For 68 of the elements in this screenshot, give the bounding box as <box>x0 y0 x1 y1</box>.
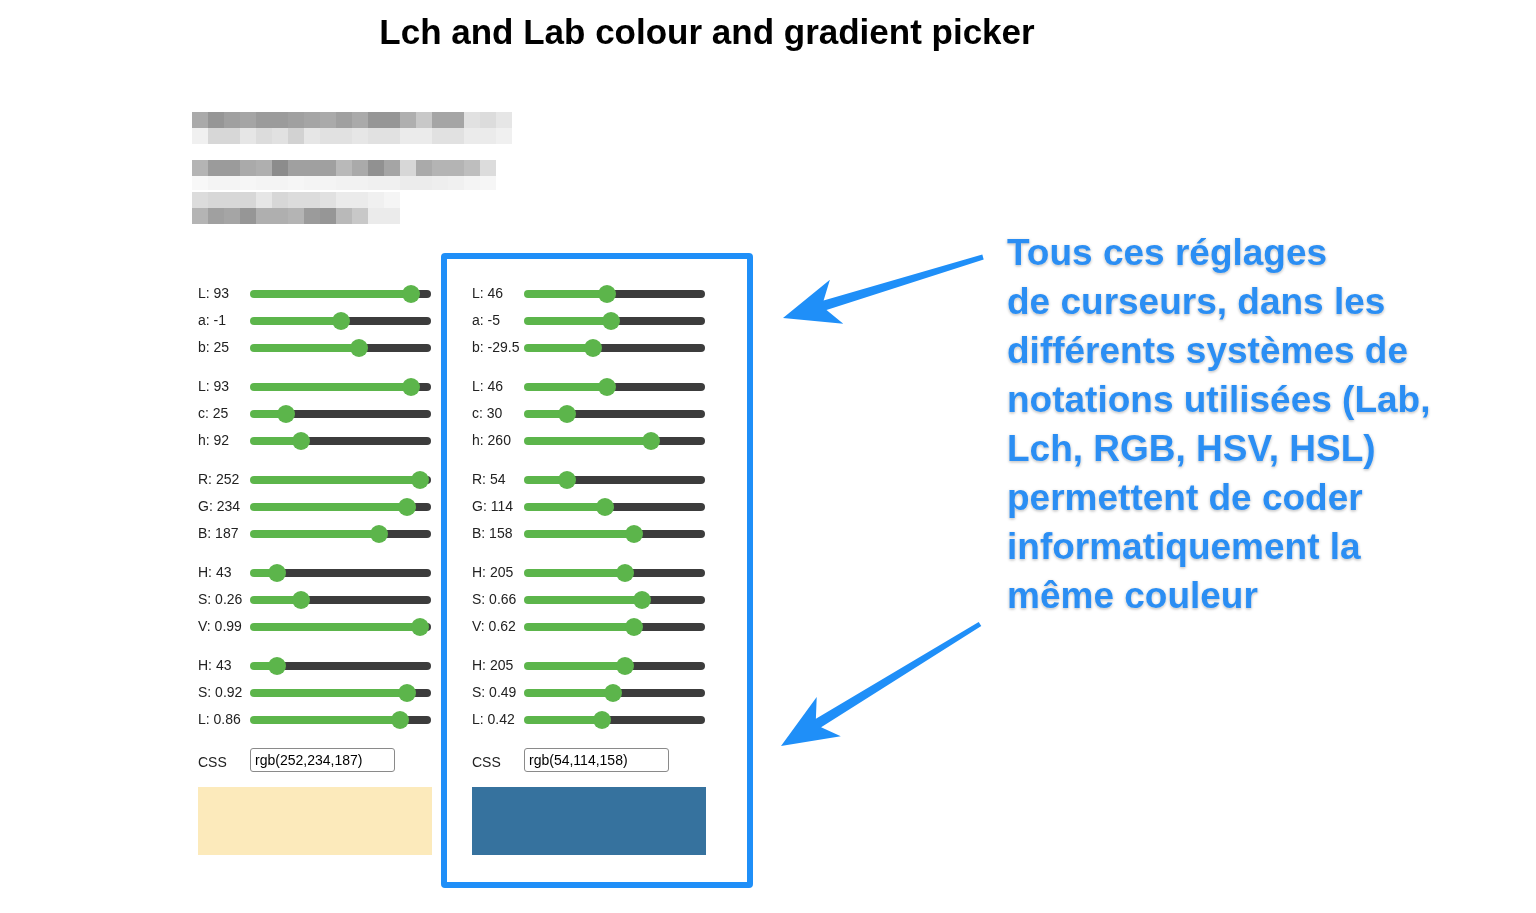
slider-label: b: -29.5 <box>472 338 521 357</box>
arrow-icon <box>781 621 982 746</box>
slider-label: B: 158 <box>472 524 514 543</box>
slider-thumb[interactable] <box>398 683 417 702</box>
slider-thumb[interactable] <box>402 377 421 396</box>
slider-label: L: 0.86 <box>198 710 242 729</box>
slider-thumb[interactable] <box>291 590 310 609</box>
slider-thumb[interactable] <box>411 617 430 636</box>
slider-label: G: 114 <box>472 497 514 516</box>
slider-label: a: -1 <box>198 311 227 330</box>
slider-thumb[interactable] <box>331 311 350 330</box>
slider-thumb[interactable] <box>616 656 635 675</box>
css-field[interactable]: rgb(252,234,187) <box>250 748 395 772</box>
slider-label: b: 25 <box>198 338 231 357</box>
slider-label: H: 205 <box>472 563 515 582</box>
slider-thumb[interactable] <box>616 563 635 582</box>
slider-thumb[interactable] <box>598 284 617 303</box>
slider-label: L: 93 <box>198 377 231 396</box>
slider-thumb[interactable] <box>369 524 388 543</box>
slider-label: L: 46 <box>472 284 505 303</box>
slider-thumb[interactable] <box>398 497 417 516</box>
slider-thumb[interactable] <box>596 497 615 516</box>
slider-thumb[interactable] <box>277 404 296 423</box>
slider-label: V: 0.62 <box>472 617 517 636</box>
slider-thumb[interactable] <box>625 524 644 543</box>
slider-label: H: 205 <box>472 656 515 675</box>
slider-label: S: 0.49 <box>472 683 518 702</box>
slider-thumb[interactable] <box>268 563 287 582</box>
slider-label: B: 187 <box>198 524 240 543</box>
slider-thumb[interactable] <box>601 311 620 330</box>
slider-label: c: 25 <box>198 404 230 423</box>
slider-label: c: 30 <box>472 404 504 423</box>
slider-thumb[interactable] <box>641 431 660 450</box>
slider-thumb[interactable] <box>632 590 651 609</box>
slider-label: H: 43 <box>198 563 233 582</box>
css-field[interactable]: rgb(54,114,158) <box>524 748 669 772</box>
slider-thumb[interactable] <box>402 284 421 303</box>
slider-label: h: 260 <box>472 431 512 450</box>
arrow-icon <box>783 254 984 324</box>
slider-label: R: 54 <box>472 470 507 489</box>
slider-thumb[interactable] <box>558 470 577 489</box>
slider-label: G: 234 <box>198 497 242 516</box>
slider-label: R: 252 <box>198 470 241 489</box>
slider-thumb[interactable] <box>291 431 310 450</box>
annotation-text: Tous ces réglages de curseurs, dans les différents systèmes de notations utilisées (Lab, Lch, RGB, HSV, HSL) permettent de coder informatiquement la même couleur <box>1007 231 1431 618</box>
slider-thumb[interactable] <box>603 683 622 702</box>
slider-thumb[interactable] <box>411 470 430 489</box>
slider-thumb[interactable] <box>558 404 577 423</box>
slider-label: a: -5 <box>472 311 501 330</box>
slider-thumb[interactable] <box>598 377 617 396</box>
slider-thumb[interactable] <box>583 338 602 357</box>
slider-label: h: 92 <box>198 431 231 450</box>
slider-thumb[interactable] <box>349 338 368 357</box>
slider-label: L: 0.42 <box>472 710 516 729</box>
slider-label: L: 93 <box>198 284 231 303</box>
css-label: CSS <box>472 752 502 772</box>
slider-label: S: 0.26 <box>198 590 244 609</box>
slider-thumb[interactable] <box>391 710 410 729</box>
slider-thumb[interactable] <box>592 710 611 729</box>
slider-label: V: 0.99 <box>198 617 243 636</box>
slider-label: S: 0.92 <box>198 683 244 702</box>
slider-label: S: 0.66 <box>472 590 518 609</box>
slider-thumb[interactable] <box>625 617 644 636</box>
slider-label: L: 46 <box>472 377 505 396</box>
slider-thumb[interactable] <box>268 656 287 675</box>
slider-label: H: 43 <box>198 656 233 675</box>
page-title: Lch and Lab colour and gradient picker <box>378 12 1036 52</box>
css-label: CSS <box>198 752 228 772</box>
